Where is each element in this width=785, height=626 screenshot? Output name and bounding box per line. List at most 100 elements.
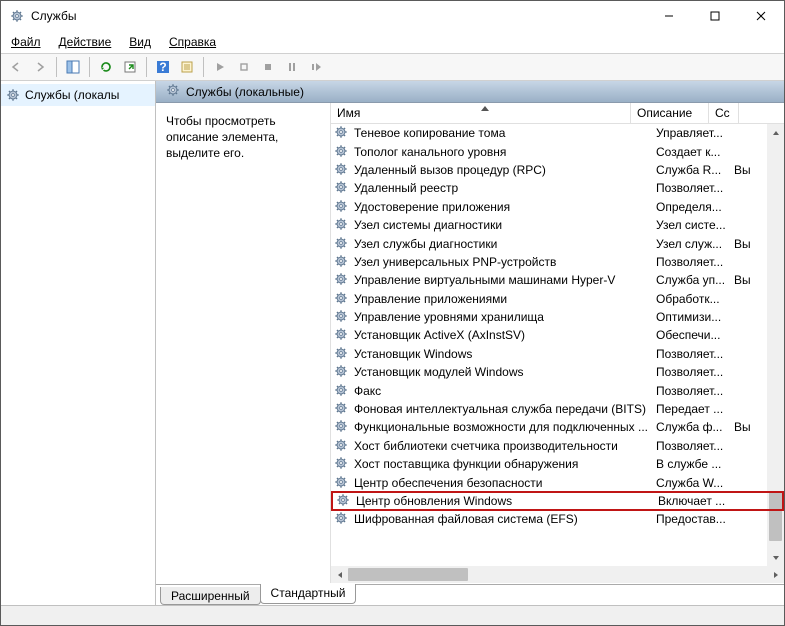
gear-icon: [334, 383, 350, 399]
service-row[interactable]: Удостоверение приложенияОпределя...: [331, 198, 784, 216]
column-startup[interactable]: Сс: [709, 103, 739, 123]
column-name[interactable]: Имя: [331, 103, 631, 123]
help-button[interactable]: ?: [152, 56, 174, 78]
panel-title-bar: Службы (локальные): [156, 81, 784, 103]
show-hide-tree-button[interactable]: [62, 56, 84, 78]
service-description: Обработк...: [650, 292, 728, 306]
service-row[interactable]: Удаленный вызов процедур (RPC)Служба R..…: [331, 161, 784, 179]
scroll-thumb[interactable]: [348, 568, 468, 581]
service-description: Позволяет...: [650, 365, 728, 379]
gear-icon: [334, 475, 350, 491]
service-name: Фоновая интеллектуальная служба передачи…: [354, 402, 650, 416]
maximize-button[interactable]: [692, 1, 738, 31]
service-description: Узел служ...: [650, 237, 728, 251]
menu-help[interactable]: Справка: [165, 33, 220, 51]
service-description: Оптимизи...: [650, 310, 728, 324]
list-header: Имя Описание Сс: [331, 103, 784, 124]
tabs: Расширенный Стандартный: [156, 583, 784, 605]
service-startup: Вы: [728, 237, 758, 251]
menubar: Файл Действие Вид Справка: [1, 31, 784, 53]
service-description: Позволяет...: [650, 384, 728, 398]
service-row[interactable]: Функциональные возможности для подключен…: [331, 418, 784, 436]
panel-title-text: Службы (локальные): [186, 85, 304, 99]
service-row[interactable]: Шифрованная файловая система (EFS)Предос…: [331, 510, 784, 528]
toolbar-sep: [89, 57, 90, 77]
toolbar-sep: [146, 57, 147, 77]
service-row[interactable]: Узел универсальных PNP-устройствПозволяе…: [331, 253, 784, 271]
service-row[interactable]: Управление приложениямиОбработк...: [331, 290, 784, 308]
window-title: Службы: [31, 9, 646, 23]
panel-body: Чтобы просмотреть описание элемента, выд…: [156, 103, 784, 583]
service-row[interactable]: Управление виртуальными машинами Hyper-V…: [331, 271, 784, 289]
start-service-button[interactable]: [209, 56, 231, 78]
scroll-track[interactable]: [767, 141, 784, 549]
service-row[interactable]: Хост библиотеки счетчика производительно…: [331, 437, 784, 455]
menu-file[interactable]: Файл: [7, 33, 45, 51]
close-button[interactable]: [738, 1, 784, 31]
gear-icon: [334, 438, 350, 454]
menu-view[interactable]: Вид: [125, 33, 155, 51]
service-name: Удаленный реестр: [354, 181, 650, 195]
pause-service-button[interactable]: [281, 56, 303, 78]
right-pane: Службы (локальные) Чтобы просмотреть опи…: [156, 81, 784, 605]
toolbar: ?: [1, 53, 784, 81]
gear-icon: [5, 87, 21, 103]
service-startup: Вы: [728, 163, 758, 177]
service-description: Передает ...: [650, 402, 728, 416]
service-row[interactable]: Центр обновления WindowsВключает ...: [331, 491, 784, 511]
gear-icon: [334, 162, 350, 178]
service-name: Узел универсальных PNP-устройств: [354, 255, 650, 269]
scroll-right-icon[interactable]: [767, 566, 784, 583]
service-description: В службе ...: [650, 457, 728, 471]
service-name: Теневое копирование тома: [354, 126, 650, 140]
service-row[interactable]: Узел службы диагностикиУзел служ...Вы: [331, 234, 784, 252]
export-button[interactable]: [119, 56, 141, 78]
service-description: Служба ф...: [650, 420, 728, 434]
restart-service-button[interactable]: [305, 56, 327, 78]
service-name: Установщик ActiveX (AxInstSV): [354, 328, 650, 342]
tab-extended[interactable]: Расширенный: [160, 587, 261, 605]
service-row[interactable]: ФаксПозволяет...: [331, 381, 784, 399]
tabs-line: [156, 584, 784, 585]
service-name: Установщик Windows: [354, 347, 650, 361]
gear-icon: [334, 419, 350, 435]
service-description: Позволяет...: [650, 439, 728, 453]
gear-icon: [334, 144, 350, 160]
column-description[interactable]: Описание: [631, 103, 709, 123]
back-button[interactable]: [5, 56, 27, 78]
service-row[interactable]: Установщик ActiveX (AxInstSV)Обеспечи...: [331, 326, 784, 344]
service-row[interactable]: Тополог канального уровняСоздает к...: [331, 142, 784, 160]
horizontal-scrollbar[interactable]: [331, 566, 784, 583]
service-row[interactable]: Установщик WindowsПозволяет...: [331, 345, 784, 363]
list-body[interactable]: Теневое копирование томаУправляет...Топо…: [331, 124, 784, 566]
minimize-button[interactable]: [646, 1, 692, 31]
stop-service-button[interactable]: [233, 56, 255, 78]
service-description: Служба уп...: [650, 273, 728, 287]
refresh-button[interactable]: [95, 56, 117, 78]
service-description: Позволяет...: [650, 255, 728, 269]
service-description: Позволяет...: [650, 181, 728, 195]
menu-action[interactable]: Действие: [55, 33, 116, 51]
tab-standard[interactable]: Стандартный: [260, 584, 357, 604]
service-row[interactable]: Фоновая интеллектуальная служба передачи…: [331, 400, 784, 418]
service-name: Тополог канального уровня: [354, 145, 650, 159]
service-row[interactable]: Управление уровнями хранилищаОптимизи...: [331, 308, 784, 326]
service-row[interactable]: Установщик модулей WindowsПозволяет...: [331, 363, 784, 381]
gear-icon: [334, 511, 350, 527]
service-row[interactable]: Теневое копирование томаУправляет...: [331, 124, 784, 142]
service-row[interactable]: Хост поставщика функции обнаруженияВ слу…: [331, 455, 784, 473]
scroll-down-icon[interactable]: [767, 549, 784, 566]
properties-button[interactable]: [176, 56, 198, 78]
service-row[interactable]: Узел системы диагностикиУзел систе...: [331, 216, 784, 234]
stop-service-button-2[interactable]: [257, 56, 279, 78]
scroll-up-icon[interactable]: [767, 124, 784, 141]
tree-root-services[interactable]: Службы (локалы: [1, 84, 155, 106]
service-row[interactable]: Удаленный реестрПозволяет...: [331, 179, 784, 197]
scroll-track[interactable]: [348, 566, 767, 583]
scroll-left-icon[interactable]: [331, 566, 348, 583]
forward-button[interactable]: [29, 56, 51, 78]
gear-icon: [334, 254, 350, 270]
statusbar: [1, 605, 784, 625]
service-row[interactable]: Центр обеспечения безопасностиСлужба W..…: [331, 473, 784, 491]
sort-caret-icon: [481, 106, 489, 111]
